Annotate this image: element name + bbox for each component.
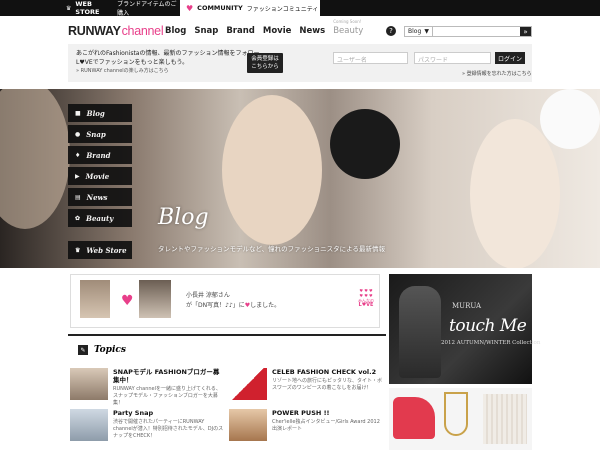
community-label: COMMUNITY — [197, 4, 243, 12]
side-menu-label: Movie — [85, 171, 110, 181]
side-menu-label: Beauty — [86, 213, 114, 223]
side-menu-blog[interactable]: ■ Blog — [68, 104, 132, 122]
hero-model-center — [222, 95, 322, 245]
necklace-image — [444, 392, 468, 436]
topic-desc: 渋谷で開催されたパーティーにRUNWAY channelが潜入！特別招待されたモ… — [113, 419, 224, 439]
nav-beauty-label: Beauty — [333, 26, 364, 36]
hero-flower — [540, 89, 600, 149]
topic-desc: リゾート地への旅行にもピッタリな、タイト・ボスワーズのワンピースの着こなしをお届… — [272, 378, 383, 391]
side-menu-beauty[interactable]: ✿ Beauty — [68, 209, 132, 227]
hero-model-left — [0, 89, 70, 229]
top-bar: ♛ WEB STORE ブランドアイテムのご購入 ♥ COMMUNITY ファッ… — [0, 0, 600, 17]
search-category-value: Blog — [408, 28, 422, 35]
heart-icon: ♥ — [186, 3, 194, 13]
topic-title[interactable]: CELEB FASHION CHECK vol.2 — [272, 368, 384, 376]
topic-desc: RUNWAY channelを一緒に盛り上げてくれる、スナップモデル・ファッショ… — [113, 386, 221, 406]
heart-icon: ♥ — [121, 293, 134, 309]
ad-brand: MURUA — [452, 302, 482, 310]
search-category-select[interactable]: Blog ▼ — [405, 27, 433, 36]
ad-collection: 2012 AUTUMN/WINTER Collection — [441, 340, 541, 346]
store-icon: ♛ — [75, 246, 81, 254]
topics-heading: Topics — [94, 345, 126, 355]
side-menu-brand[interactable]: ♦ Brand — [68, 146, 132, 164]
register-button[interactable]: 会員登録は こちらから — [247, 53, 283, 73]
love-notification[interactable]: ♥ 小長井 涼郁さん が「DN写真！♪♪」に♥しました。 ♥ ♥ ♥ ♥ ♥ ♥… — [70, 274, 380, 328]
side-menu-label: Blog — [86, 108, 105, 118]
topic-title[interactable]: Party Snap — [113, 409, 225, 417]
community-tab[interactable]: ♥ COMMUNITY ファッションコミュニティ — [180, 0, 320, 16]
topic-title[interactable]: POWER PUSH !! — [272, 409, 384, 417]
topic-thumbnail — [229, 368, 267, 400]
topic-thumbnail — [70, 409, 108, 441]
notification-text: 小長井 涼郁さん が「DN写真！♪♪」に♥しました。 — [186, 291, 280, 311]
user-avatar[interactable] — [80, 280, 110, 318]
photo-thumbnail[interactable] — [139, 280, 171, 318]
register-line-2: こちらから — [251, 64, 279, 70]
password-field[interactable]: パスワード — [414, 52, 491, 64]
side-menu-label: Web Store — [86, 245, 127, 255]
main-nav: Blog Snap Brand Movie News Coming Soon! B… — [165, 19, 364, 36]
search-button[interactable]: » — [520, 27, 531, 36]
side-menu-movie[interactable]: ▶ Movie — [68, 167, 132, 185]
side-menu-label: Brand — [86, 150, 111, 160]
side-menu-label: Snap — [86, 129, 106, 139]
topic-thumbnail — [229, 409, 267, 441]
blog-icon: ■ — [75, 109, 81, 117]
shoe-image — [393, 397, 435, 439]
username-field[interactable]: ユーザー名 — [333, 52, 408, 64]
topics-header: ✎ Topics — [68, 334, 386, 364]
logo-main: RUNWAY — [68, 24, 121, 38]
pen-icon: ✎ — [78, 345, 88, 355]
notification-action: が「DN写真！♪♪」に — [186, 302, 245, 309]
ad-title: touch Me — [449, 316, 527, 336]
register-line-1: 会員登録は — [251, 56, 279, 62]
badge-love: L♥VE — [358, 302, 374, 308]
side-menu-snap[interactable]: ● Snap — [68, 125, 132, 143]
topic-title[interactable]: SNAPモデル FASHIONブロガー募集中！ — [113, 368, 225, 384]
coming-soon-label: Coming Soon! — [333, 19, 362, 24]
side-menu-news[interactable]: ▤ News — [68, 188, 132, 206]
forgot-info-link[interactable]: » 登録情報を忘れた方はこちら — [462, 70, 532, 77]
runway-logo[interactable]: RUNWAYchannel — [68, 24, 164, 38]
nav-snap[interactable]: Snap — [194, 26, 218, 36]
web-store-tab[interactable]: ♛ WEB STORE ブランドアイテムのご購入 — [60, 0, 180, 17]
hero-title: Blog — [158, 205, 209, 230]
shirt-image — [483, 394, 527, 444]
nav-blog[interactable]: Blog — [165, 26, 186, 36]
topic-thumbnail — [70, 368, 108, 400]
web-store-label: WEB STORE — [75, 0, 100, 16]
hero-model-right — [470, 119, 560, 268]
play-icon: ▶ — [75, 172, 80, 180]
notification-user: 小長井 涼郁さん — [186, 292, 230, 299]
chevron-down-icon: ▼ — [424, 28, 429, 35]
camera-icon: ● — [75, 130, 81, 138]
web-store-text: ブランドアイテムのご購入 — [117, 1, 177, 17]
news-icon: ▤ — [75, 193, 81, 201]
nav-brand[interactable]: Brand — [226, 26, 255, 36]
nav-beauty: Coming Soon! Beauty — [333, 19, 364, 36]
diamond-icon: ♦ — [75, 151, 81, 159]
topic-desc: Cher'ielle独占インタビュー/Girls Award 2012出演レポー… — [272, 419, 380, 432]
nav-news[interactable]: News — [299, 26, 325, 36]
ad-model — [399, 286, 441, 378]
hero-headpiece — [330, 109, 400, 179]
side-menu-label: News — [86, 192, 108, 202]
notification-suffix: しました。 — [250, 302, 281, 309]
side-menu: ■ Blog ● Snap ♦ Brand ▶ Movie ▤ News ✿ Beauty … — [68, 104, 132, 262]
nav-movie[interactable]: Movie — [263, 26, 292, 36]
community-text: ファッションコミュニティ — [246, 5, 319, 13]
search-input[interactable] — [433, 27, 520, 36]
login-button[interactable]: ログイン — [495, 52, 525, 64]
store-icon: ♛ — [66, 4, 72, 12]
side-menu-web-store[interactable]: ♛ Web Store — [68, 241, 132, 259]
murua-ad-banner[interactable]: MURUA touch Me 2012 AUTUMN/WINTER Collec… — [389, 274, 540, 384]
minna-love-badge[interactable]: ♥ ♥ ♥ ♥ ♥ ♥ みんなの L♥VE — [355, 288, 377, 318]
hero-subtitle: タレントやファッションモデルなど、憧れのファッショニスタによる最新情報 — [158, 245, 385, 253]
help-icon[interactable]: ? — [386, 26, 396, 36]
flower-icon: ✿ — [75, 214, 81, 222]
logo-channel: channel — [121, 24, 164, 38]
search-box: Blog ▼ » — [404, 26, 532, 37]
